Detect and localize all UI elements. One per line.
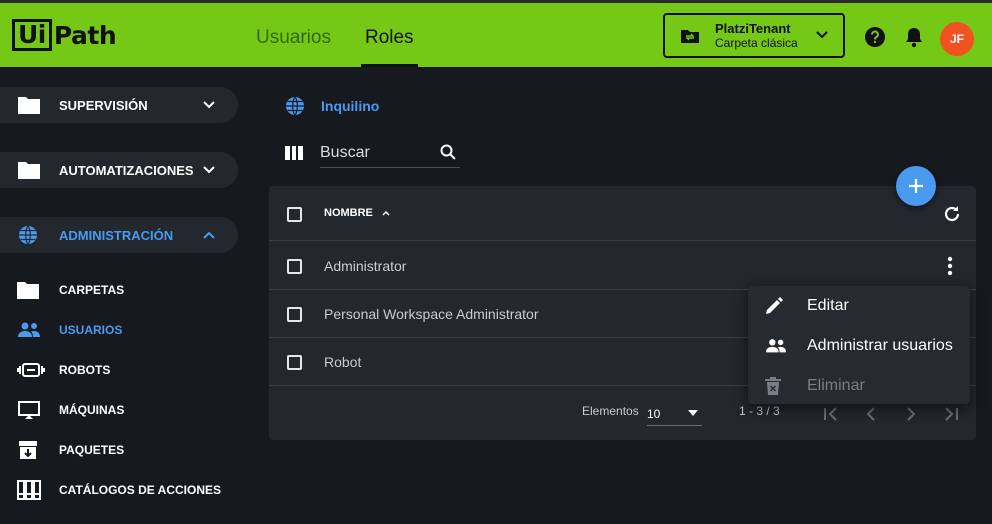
sidebar-section-label: SUPERVISIÓN	[59, 97, 148, 113]
sidebar-item-paquetes[interactable]: PAQUETES	[0, 438, 238, 462]
help-icon[interactable]	[864, 26, 886, 48]
tenant-name: PlatziTenant	[715, 20, 791, 36]
page-size-value: 10	[647, 407, 661, 421]
dropdown-arrow-icon	[688, 410, 698, 416]
bell-icon[interactable]	[904, 26, 924, 48]
plus-icon	[909, 179, 923, 193]
page-range: 1 - 3 / 3	[739, 404, 780, 418]
menu-item-administrar-usuarios[interactable]: Administrar usuarios	[748, 326, 970, 366]
logo-text: Path	[53, 20, 117, 50]
chevron-down-icon	[203, 166, 215, 174]
package-icon	[19, 441, 37, 459]
avatar[interactable]: JF	[940, 22, 974, 56]
trash-icon	[765, 377, 781, 395]
first-page-icon[interactable]	[823, 406, 839, 422]
page-size-select[interactable]: 10	[647, 398, 702, 426]
robot-icon	[17, 363, 45, 377]
pencil-icon	[766, 297, 783, 314]
sidebar-item-label: USUARIOS	[59, 323, 123, 337]
add-role-button[interactable]	[896, 166, 936, 206]
top-bar: Ui Path Usuarios Roles PlatziTenant Carp…	[0, 0, 992, 67]
search-icon[interactable]	[440, 144, 456, 160]
sidebar-item-catalogos[interactable]: CATÁLOGOS DE ACCIONES	[0, 478, 238, 502]
row-checkbox[interactable]	[287, 307, 302, 322]
top-tabs: Usuarios Roles	[256, 3, 448, 67]
search-input[interactable]: Buscar	[320, 140, 460, 168]
catalog-icon	[17, 480, 41, 500]
sidebar-section-supervision[interactable]: SUPERVISIÓN	[0, 87, 238, 123]
people-icon	[765, 339, 787, 353]
menu-item-label: Editar	[807, 297, 849, 314]
menu-item-eliminar: Eliminar	[748, 366, 970, 406]
row-name: Personal Workspace Administrator	[324, 306, 539, 322]
sidebar-item-label: MÁQUINAS	[59, 403, 125, 417]
sidebar-item-label: PAQUETES	[59, 443, 125, 457]
row-name: Robot	[324, 354, 362, 370]
sidebar-section-label: AUTOMATIZACIONES	[59, 162, 194, 178]
chevron-up-icon	[203, 231, 215, 239]
sidebar-item-carpetas[interactable]: CARPETAS	[0, 278, 238, 302]
tenant-selector[interactable]: PlatziTenant Carpeta clásica	[663, 13, 845, 58]
table-row[interactable]: Administrator	[269, 242, 976, 290]
select-all-checkbox[interactable]	[287, 207, 302, 222]
refresh-icon[interactable]	[943, 205, 961, 223]
scope-link[interactable]: Inquilino	[285, 96, 379, 116]
sidebar-section-label: ADMINISTRACIÓN	[59, 227, 174, 243]
row-context-menu: Editar Administrar usuarios Eliminar	[748, 286, 970, 404]
menu-item-label: Administrar usuarios	[807, 337, 953, 354]
scope-label: Inquilino	[321, 98, 380, 114]
folder-icon	[17, 282, 39, 299]
sidebar-item-robots[interactable]: ROBOTS	[0, 358, 238, 382]
people-icon	[18, 322, 40, 337]
menu-item-label: Eliminar	[807, 377, 865, 394]
table-header: NOMBRE	[269, 186, 976, 241]
sidebar-section-automatizaciones[interactable]: AUTOMATIZACIONES	[0, 152, 238, 188]
prev-page-icon[interactable]	[865, 406, 877, 422]
folder-switch-icon	[681, 29, 699, 43]
sort-ascending-icon[interactable]	[382, 210, 390, 216]
uipath-logo[interactable]: Ui Path	[12, 19, 117, 51]
sidebar-item-usuarios[interactable]: USUARIOS	[0, 318, 238, 342]
globe-icon	[19, 225, 37, 245]
row-name: Administrator	[324, 258, 407, 274]
monitor-icon	[18, 401, 40, 419]
sidebar-item-maquinas[interactable]: MÁQUINAS	[0, 398, 238, 422]
tab-usuarios[interactable]: Usuarios	[256, 3, 331, 67]
column-header-nombre[interactable]: NOMBRE	[324, 207, 373, 219]
row-checkbox[interactable]	[287, 355, 302, 370]
chevron-down-icon	[816, 31, 828, 39]
sidebar-item-label: ROBOTS	[59, 363, 111, 377]
sidebar-item-label: CARPETAS	[59, 283, 125, 297]
tenant-folder: Carpeta clásica	[715, 35, 798, 50]
folder-icon	[18, 97, 40, 114]
row-checkbox[interactable]	[287, 259, 302, 274]
sidebar-section-administracion[interactable]: ADMINISTRACIÓN	[0, 217, 238, 253]
last-page-icon[interactable]	[943, 406, 959, 422]
columns-icon[interactable]	[285, 146, 303, 160]
globe-icon	[286, 96, 304, 116]
folder-icon	[18, 162, 40, 179]
items-per-page-label: Elementos	[582, 404, 639, 418]
chevron-down-icon	[203, 101, 215, 109]
sidebar-item-label: CATÁLOGOS DE ACCIONES	[59, 483, 222, 497]
more-vert-icon[interactable]	[947, 256, 953, 276]
menu-item-editar[interactable]: Editar	[748, 286, 970, 326]
tab-roles[interactable]: Roles	[360, 3, 418, 67]
logo-box-text: Ui	[12, 19, 52, 51]
next-page-icon[interactable]	[905, 406, 917, 422]
